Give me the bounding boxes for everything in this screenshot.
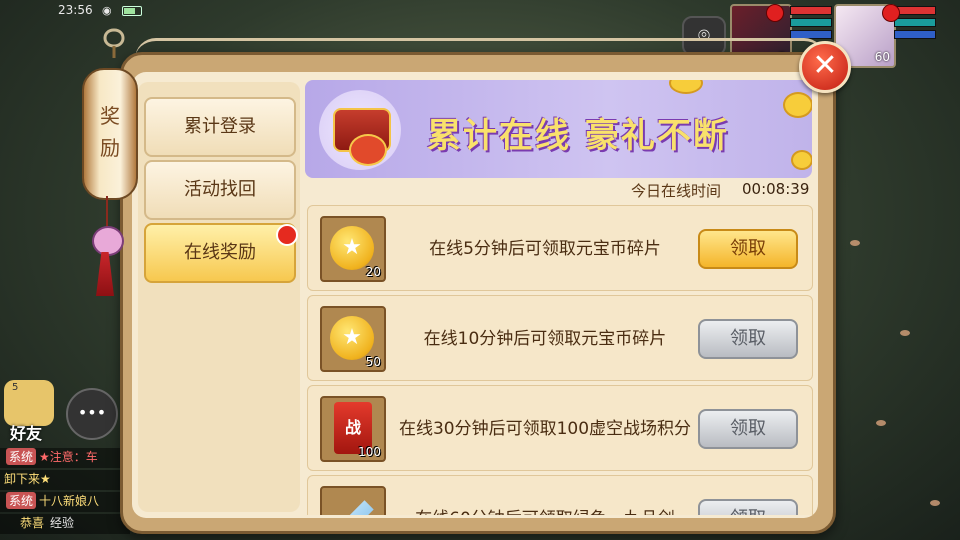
claim-button[interactable]: 领取 [698, 499, 798, 515]
reward-description: 在线10分钟后可领取元宝币碎片 [423, 329, 667, 349]
item-count: 50 [365, 355, 381, 369]
reward-item-slot[interactable]: ★ 50 [320, 306, 386, 372]
friend-label: 好友 [10, 424, 43, 443]
hp-bar [790, 6, 832, 15]
close-icon: ✕ [812, 48, 838, 83]
chat-text: 恭喜 [20, 516, 45, 530]
mp-bar [894, 18, 936, 27]
reward-item-slot[interactable]: 战 100 [320, 396, 386, 462]
tab-activity-recovery[interactable]: 活动找回 [144, 160, 296, 220]
online-reward-banner: 累计在线 豪礼不断 [305, 80, 812, 178]
claim-button[interactable]: 领取 [698, 409, 798, 449]
gold-coin-icon [791, 150, 812, 170]
chat-bubble-icon: ••• [77, 403, 107, 422]
petal-decoration [930, 500, 940, 506]
close-button[interactable]: ✕ [799, 41, 851, 93]
claim-button[interactable]: 领取 [698, 319, 798, 359]
reward-description: 在线60分钟后可领取绿色一九品剑 [392, 504, 698, 515]
signal-icon: ◉ [102, 4, 112, 17]
red-orb-icon [882, 4, 900, 22]
notification-dot [276, 224, 298, 246]
reward-row: ★ 50 在线10分钟后可领取元宝币碎片 领取 [307, 295, 813, 381]
money-bag-icon [349, 134, 387, 166]
chat-tag: 系统 [6, 492, 37, 509]
lantern-title-char: 励 [100, 136, 120, 160]
sword-icon [330, 500, 374, 515]
reward-row: ★ 20 在线5分钟后可领取元宝币碎片 领取 [307, 205, 813, 291]
lantern-title-char: 奖 [100, 104, 120, 128]
gold-ingot-icon [783, 92, 812, 118]
gold-coin-icon: ★ [330, 226, 374, 270]
claim-button[interactable]: 领取 [698, 229, 798, 269]
gold-coin-icon [669, 80, 703, 94]
portrait-level: 60 [874, 50, 890, 64]
item-count: 100 [358, 445, 381, 459]
battery-icon [122, 6, 142, 16]
chat-line: 系统 ★注意：车 [0, 448, 130, 468]
chat-tag: 系统 [6, 448, 37, 465]
companion-1-bars [790, 6, 832, 42]
petal-decoration [850, 240, 860, 246]
reward-row: 战 100 在线30分钟后可领取100虚空战场积分 领取 [307, 385, 813, 471]
tab-cumulative-login[interactable]: 累计登录 [144, 97, 296, 157]
online-time-value: 00:08:39 [742, 180, 810, 198]
red-orb-icon [766, 4, 784, 22]
chat-text: 卸下来★ [4, 472, 51, 486]
friend-level: 5 [12, 382, 19, 393]
item-count: 20 [365, 265, 381, 279]
petal-decoration [876, 420, 886, 426]
reward-row: 在线60分钟后可领取绿色一九品剑 领取 [307, 475, 813, 515]
reward-list[interactable]: ★ 20 在线5分钟后可领取元宝币碎片 领取 ★ 50 在线10分钟后可领取元宝… [305, 205, 813, 515]
chat-button[interactable]: ••• [66, 388, 118, 440]
companion-2-bars [894, 6, 936, 42]
exp-label: 经验 [50, 516, 75, 530]
clock: 23:56 [58, 3, 93, 17]
chat-line: 卸下来★ [0, 470, 130, 490]
gold-coin-icon: ★ [330, 316, 374, 360]
reward-description: 在线30分钟后可领取100虚空战场积分 [398, 419, 692, 439]
chat-line: 系统 十八新娘八 [0, 492, 130, 512]
hp-bar [894, 6, 936, 15]
reward-item-slot[interactable] [320, 486, 386, 515]
chat-text: 十八新娘八 [39, 494, 100, 508]
chat-line: 恭喜 经验 [0, 514, 130, 534]
online-time-label: 今日在线时间 [631, 182, 722, 200]
lantern-tassel-icon [96, 252, 114, 296]
tab-online-reward[interactable]: 在线奖励 [144, 223, 296, 283]
xp-bar [894, 30, 936, 39]
lantern-charm-icon [92, 226, 124, 256]
chat-text: ★注意：车 [39, 450, 98, 464]
lantern-hook-icon [96, 28, 132, 58]
reward-lantern: 奖 励 [82, 68, 138, 200]
petal-decoration [900, 330, 910, 336]
banner-title: 累计在线 豪礼不断 [427, 116, 729, 156]
mp-bar [790, 18, 832, 27]
reward-item-slot[interactable]: ★ 20 [320, 216, 386, 282]
treasure-chest-icon [319, 90, 401, 170]
reward-description: 在线5分钟后可领取元宝币碎片 [429, 239, 661, 259]
